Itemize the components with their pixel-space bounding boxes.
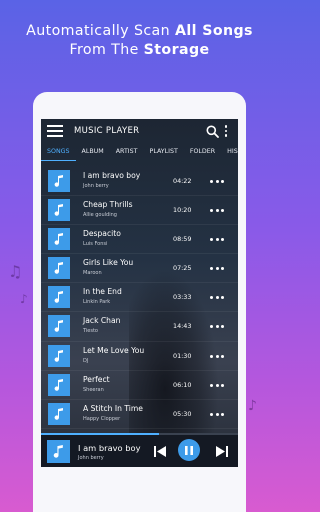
- song-artist: John berry: [83, 183, 109, 189]
- headline-line-1: Automatically Scan All Songs: [0, 22, 279, 41]
- more-horizontal-icon[interactable]: [210, 383, 224, 388]
- song-title: Girls Like You: [83, 258, 134, 268]
- song-duration: 01:30: [173, 351, 192, 360]
- song-title: Despacito: [83, 229, 121, 239]
- song-duration: 08:59: [173, 235, 192, 244]
- song-title: In the End: [83, 287, 122, 297]
- next-track-icon[interactable]: [213, 442, 231, 460]
- song-row[interactable]: I am bravo boy John berry 04:22: [41, 167, 238, 197]
- song-duration: 05:30: [173, 409, 192, 418]
- song-duration: 14:43: [173, 322, 192, 331]
- tab-artist[interactable]: ARTIST: [110, 145, 144, 161]
- song-row[interactable]: A Stitch In Time Happy Clopper 05:30: [41, 400, 238, 429]
- song-row[interactable]: Cheap Thrills Allie goulding 10:20: [41, 196, 238, 226]
- song-artist: Sheeran: [83, 386, 104, 393]
- song-list: I am bravo boy John berry 04:22 Cheap Th…: [41, 167, 238, 429]
- tab-history[interactable]: HIS: [221, 145, 238, 161]
- music-note-icon: [48, 402, 70, 425]
- song-row[interactable]: Jack Chan Tiesto 14:43: [41, 312, 238, 342]
- music-note-icon: [48, 373, 70, 396]
- search-icon[interactable]: [204, 123, 220, 139]
- more-horizontal-icon[interactable]: [210, 267, 224, 271]
- more-horizontal-icon[interactable]: [210, 180, 224, 184]
- music-note-icon: [48, 286, 70, 309]
- song-title: Perfect: [83, 374, 110, 384]
- app-title: MUSIC PLAYER: [74, 126, 140, 136]
- pause-button[interactable]: [178, 439, 200, 461]
- song-duration: 04:22: [173, 177, 192, 185]
- song-row[interactable]: Despacito Luis Fonsi 08:59: [41, 225, 238, 255]
- song-title: A Stitch In Time: [83, 403, 143, 413]
- tab-bar: SONGS ALBUM ARTIST PLAYLIST FOLDER HIS: [41, 145, 238, 161]
- song-duration: 03:33: [173, 293, 192, 302]
- song-row[interactable]: Let Me Love You DJ 01:30: [41, 342, 238, 371]
- tab-songs[interactable]: SONGS: [41, 145, 76, 161]
- app-bar: MUSIC PLAYER: [41, 119, 238, 143]
- music-note-icon: [48, 344, 70, 367]
- pause-icon: [185, 445, 193, 455]
- headline-bold-text: Storage: [143, 42, 210, 58]
- headline-text: Automatically Scan: [26, 23, 175, 39]
- tab-playlist[interactable]: PLAYLIST: [144, 145, 184, 161]
- song-artist: Allie goulding: [83, 212, 117, 219]
- song-title: Cheap Thrills: [83, 200, 133, 210]
- more-horizontal-icon[interactable]: [210, 354, 224, 359]
- previous-track-icon[interactable]: [151, 442, 169, 460]
- tab-folder[interactable]: FOLDER: [184, 145, 221, 161]
- song-artist: DJ: [83, 357, 89, 364]
- now-playing-artist: John berry: [78, 455, 104, 461]
- headline-bold-text: All Songs: [174, 23, 253, 39]
- song-title: Jack Chan: [83, 316, 121, 326]
- more-horizontal-icon[interactable]: [210, 296, 224, 300]
- music-note-icon: [48, 257, 70, 280]
- headline-line-2: From The Storage: [0, 41, 279, 60]
- more-horizontal-icon[interactable]: [210, 209, 224, 213]
- song-title: I am bravo boy: [83, 171, 141, 180]
- more-horizontal-icon[interactable]: [210, 412, 224, 417]
- song-row[interactable]: In the End Linkin Park 03:33: [41, 283, 238, 313]
- menu-icon[interactable]: [47, 125, 63, 137]
- song-artist: Maroon: [83, 270, 102, 277]
- song-artist: Tiesto: [83, 328, 98, 335]
- more-horizontal-icon[interactable]: [210, 238, 224, 242]
- song-row[interactable]: Perfect Sheeran 06:10: [41, 371, 238, 400]
- song-artist: Happy Clopper: [83, 415, 121, 422]
- song-artist: Linkin Park: [83, 299, 111, 306]
- song-artist: Luis Fonsi: [83, 241, 108, 248]
- more-horizontal-icon[interactable]: [210, 325, 224, 329]
- music-note-icon: [48, 170, 70, 192]
- song-duration: 06:10: [173, 380, 192, 389]
- headline-text: From The: [69, 42, 144, 58]
- playback-progress-fill: [41, 433, 160, 435]
- music-note-icon: [48, 315, 70, 338]
- app-screen: MUSIC PLAYER SONGS ALBUM ARTIST PLAYLIST…: [41, 119, 238, 467]
- music-note-icon: [48, 199, 70, 222]
- song-duration: 07:25: [173, 264, 192, 273]
- tab-album[interactable]: ALBUM: [76, 145, 110, 161]
- music-note-decoration: ♪: [248, 398, 257, 414]
- song-duration: 10:20: [173, 206, 192, 215]
- music-note-decoration: ♫: [8, 262, 23, 281]
- music-note-icon: [47, 440, 70, 463]
- promo-headline: Automatically Scan All Songs From The St…: [0, 22, 279, 60]
- song-row[interactable]: Girls Like You Maroon 07:25: [41, 254, 238, 284]
- now-playing-title: I am bravo boy: [78, 443, 141, 453]
- music-note-decoration: ♪: [20, 292, 28, 306]
- playback-progress-bar[interactable]: [41, 433, 238, 435]
- music-note-icon: [48, 228, 70, 251]
- mini-player[interactable]: I am bravo boy John berry: [41, 433, 238, 467]
- song-title: Let Me Love You: [83, 345, 145, 355]
- more-vertical-icon[interactable]: [220, 123, 232, 139]
